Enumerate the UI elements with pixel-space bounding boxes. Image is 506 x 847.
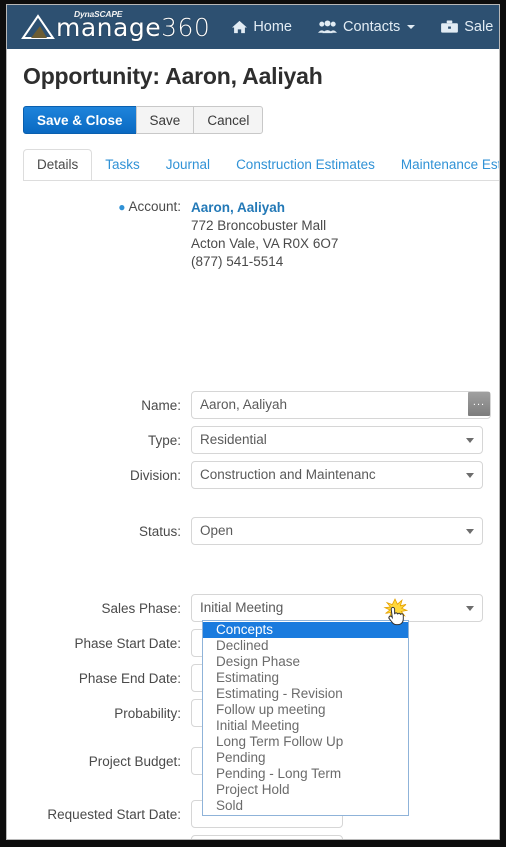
dropdown-option-long-term-follow-up[interactable]: Long Term Follow Up (203, 734, 408, 750)
field-row-sales-phase: Sales Phase: Initial Meeting (7, 594, 499, 622)
type-field-wrap: Residential (191, 426, 483, 454)
dropdown-option-estimating[interactable]: Estimating (203, 670, 408, 686)
sales-phase-field-wrap: Initial Meeting (191, 594, 483, 622)
tab-construction-estimates[interactable]: Construction Estimates (223, 150, 388, 180)
save-button[interactable]: Save (135, 106, 195, 134)
account-name-link[interactable]: Aaron, Aaliyah (191, 199, 338, 217)
account-details: Aaron, Aaliyah 772 Broncobuster Mall Act… (191, 199, 338, 271)
nav-item-sales-label: Sale (464, 19, 494, 35)
screenshot-frame: DynaSCAPE manage 360 Home Contacts Sale … (0, 0, 506, 847)
account-label: ● Account: (7, 199, 191, 271)
nav-item-sales[interactable]: Sale (441, 19, 493, 35)
division-select[interactable]: Construction and Maintenanc (191, 461, 483, 489)
people-group-icon (318, 20, 337, 34)
field-row-division: Division: Construction and Maintenanc (7, 461, 499, 489)
tab-maintenance-estimates[interactable]: Maintenance Estimat (388, 150, 499, 180)
sales-phase-select[interactable]: Initial Meeting (191, 594, 483, 622)
dropdown-option-initial-meeting[interactable]: Initial Meeting (203, 718, 408, 734)
chevron-down-icon (466, 473, 474, 478)
field-row-status: Status: Open (7, 517, 499, 545)
sales-phase-dropdown-list[interactable]: Concepts Declined Design Phase Estimatin… (202, 620, 409, 816)
account-phone: (877) 541-5514 (191, 254, 284, 269)
chevron-down-icon (466, 529, 474, 534)
phase-end-date-label: Phase End Date: (78, 670, 181, 686)
chevron-down-icon (466, 606, 474, 611)
home-icon (232, 20, 248, 34)
save-and-close-button[interactable]: Save & Close (23, 106, 137, 134)
status-field-wrap: Open (191, 517, 483, 545)
brand-superscript: DynaSCAPE (74, 9, 123, 19)
type-select[interactable]: Residential (191, 426, 483, 454)
account-block: ● Account: Aaron, Aaliyah 772 Broncobuste… (7, 199, 499, 271)
field-row-type: Type: Residential (7, 426, 499, 454)
briefcase-icon (441, 20, 459, 34)
map-pin-icon: ● (118, 200, 126, 214)
dropdown-option-project-hold[interactable]: Project Hold (203, 782, 408, 798)
nav-item-contacts-label: Contacts (343, 19, 401, 35)
division-label: Division: (129, 467, 181, 483)
name-label: Name: (141, 397, 181, 413)
name-field-wrap: Aaron, Aaliyah ... (191, 391, 491, 419)
dynascape-mountain-logo-icon (21, 14, 55, 40)
requested-end-date-field-wrap (191, 835, 343, 839)
account-label-text: Account: (128, 199, 181, 214)
dropdown-option-pending[interactable]: Pending (203, 750, 408, 766)
page-title: Opportunity: Aaron, Aaliyah (23, 63, 323, 89)
requested-end-date-input[interactable] (191, 835, 343, 839)
status-label: Status: (138, 523, 181, 539)
tab-journal[interactable]: Journal (153, 150, 223, 180)
dropdown-option-pending-long-term[interactable]: Pending - Long Term (203, 766, 408, 782)
type-label: Type: (147, 432, 181, 448)
nav-item-home-label: Home (253, 19, 292, 35)
dropdown-option-estimating-revision[interactable]: Estimating - Revision (203, 686, 408, 702)
dropdown-option-design-phase[interactable]: Design Phase (203, 654, 408, 670)
division-field-wrap: Construction and Maintenanc (191, 461, 483, 489)
requested-start-date-label: Requested Start Date: (47, 806, 181, 822)
tab-details[interactable]: Details (23, 149, 93, 180)
field-row-requested-end-date: Requested End Date: (7, 835, 499, 839)
tab-tasks[interactable]: Tasks (92, 150, 153, 180)
dropdown-option-concepts[interactable]: Concepts (203, 622, 408, 638)
project-budget-label: Project Budget: (88, 753, 181, 769)
chevron-down-icon (407, 25, 416, 29)
tab-bar: Details Tasks Journal Construction Estim… (23, 149, 499, 181)
cancel-button[interactable]: Cancel (193, 106, 264, 134)
nav-item-contacts[interactable]: Contacts (318, 19, 416, 35)
ellipsis-browse-icon[interactable]: ... (468, 392, 490, 416)
top-navbar: DynaSCAPE manage 360 Home Contacts Sale (7, 5, 499, 49)
dropdown-option-declined[interactable]: Declined (203, 638, 408, 654)
phase-start-date-label: Phase Start Date: (74, 635, 181, 651)
probability-label: Probability: (114, 705, 181, 721)
account-address-line1: 772 Broncobuster Mall (191, 218, 327, 233)
brand-suffix: 360 (161, 12, 211, 42)
chevron-down-icon (466, 438, 474, 443)
nav-item-home[interactable]: Home (232, 19, 292, 35)
sales-phase-label: Sales Phase: (101, 600, 181, 616)
action-toolbar: Save & Close Save Cancel (23, 106, 499, 134)
dropdown-option-sold[interactable]: Sold (203, 798, 408, 814)
name-input[interactable]: Aaron, Aaliyah (191, 391, 491, 419)
browser-page: DynaSCAPE manage 360 Home Contacts Sale … (6, 4, 500, 840)
field-row-name: Name: Aaron, Aaliyah ... (7, 391, 499, 419)
status-select[interactable]: Open (191, 517, 483, 545)
account-address-line2: Acton Vale, VA R0X 6O7 (191, 236, 339, 251)
dropdown-option-follow-up-meeting[interactable]: Follow up meeting (203, 702, 408, 718)
brand-logo[interactable]: DynaSCAPE manage 360 (21, 9, 211, 42)
